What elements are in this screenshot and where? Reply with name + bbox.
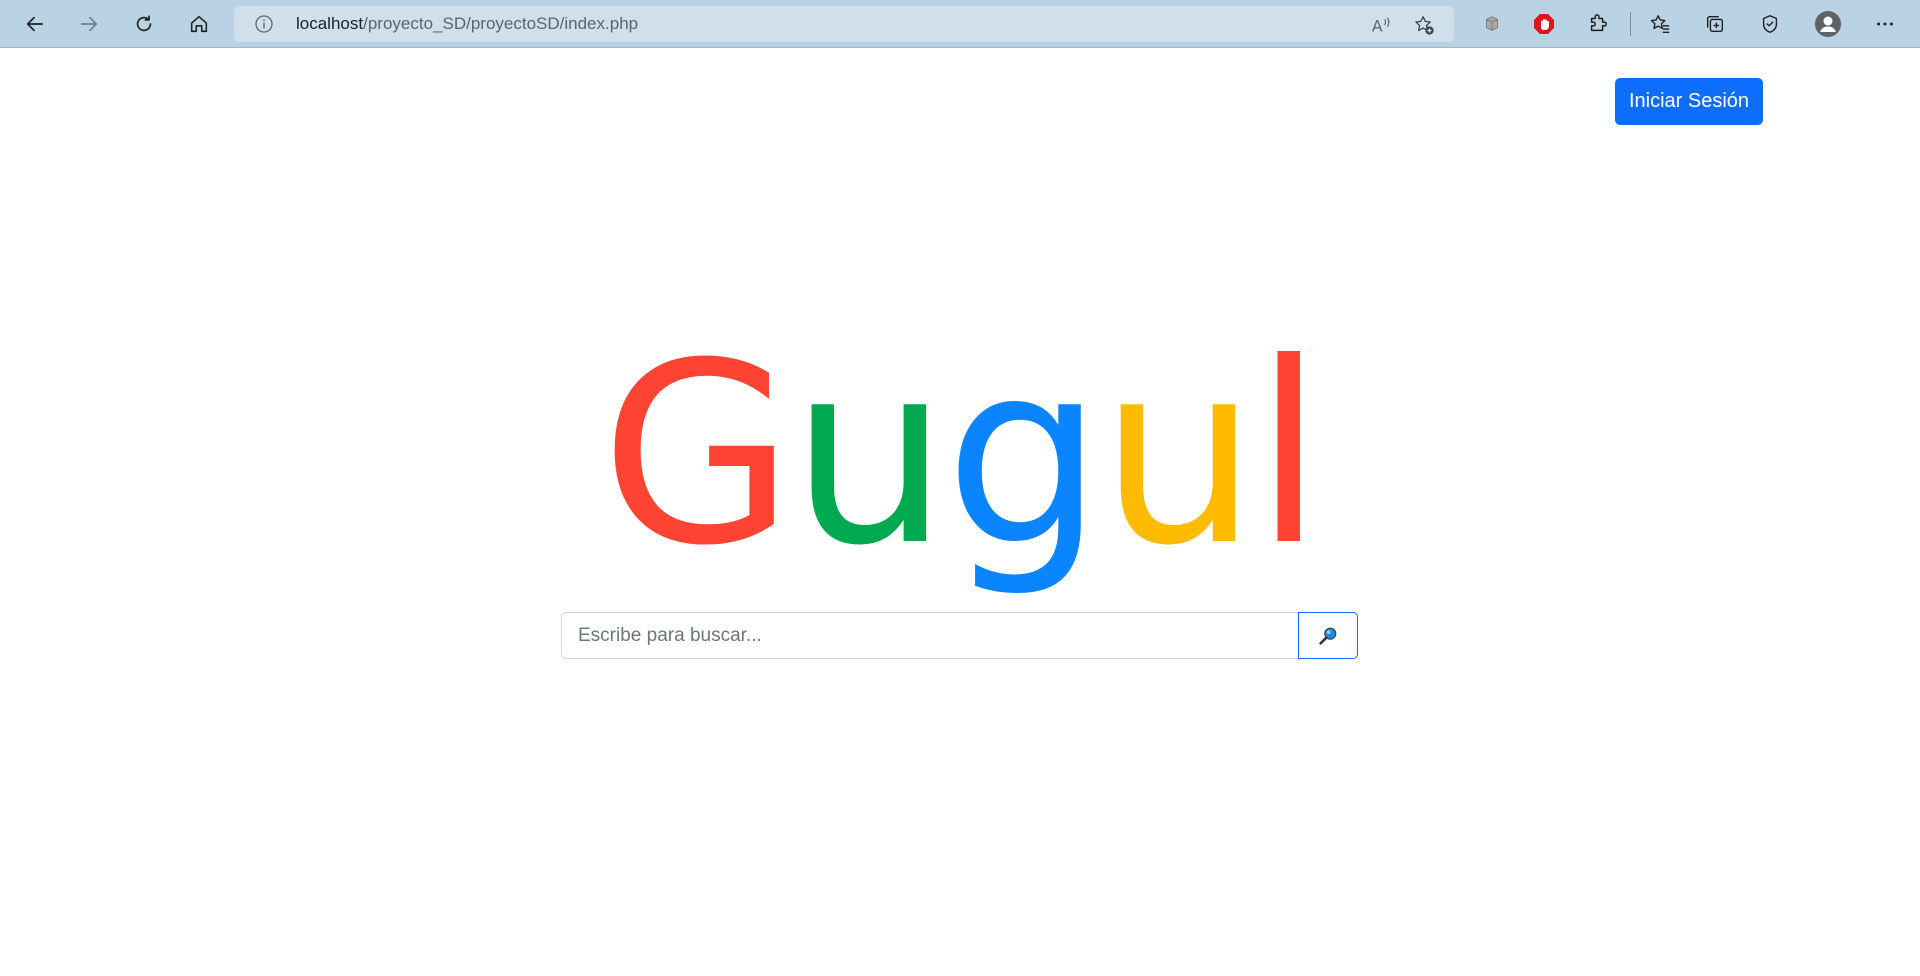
performance-icon [1762, 15, 1778, 33]
favorites-button[interactable] [1646, 10, 1674, 38]
collections-icon [1706, 15, 1724, 33]
forward-icon [80, 16, 98, 32]
extensions-icon [1590, 14, 1607, 32]
home-button[interactable] [181, 6, 217, 42]
back-button[interactable] [17, 6, 53, 42]
url-text[interactable]: localhost/proyecto_SD/proyectoSD/index.p… [296, 14, 638, 34]
browser-toolbar: localhost/proyecto_SD/proyectoSD/index.p… [0, 0, 1920, 48]
extension-cube-button[interactable] [1478, 10, 1506, 38]
read-aloud-icon[interactable]: A [1370, 14, 1392, 36]
address-bar[interactable]: localhost/proyecto_SD/proyectoSD/index.p… [234, 6, 1454, 42]
refresh-icon [136, 15, 152, 32]
gugul-logo: Gugul [0, 330, 1920, 580]
info-icon[interactable] [254, 14, 274, 34]
search-button[interactable] [1298, 612, 1358, 659]
logo-letter-g1: G [600, 309, 795, 600]
forward-button[interactable] [71, 6, 107, 42]
search-icon [1319, 627, 1337, 645]
performance-button[interactable] [1756, 10, 1784, 38]
logo-letter-u1: u [790, 309, 948, 600]
url-path: /proyecto_SD/proyectoSD/index.php [363, 14, 639, 33]
more-button[interactable] [1871, 10, 1899, 38]
add-favorite-icon[interactable] [1413, 14, 1435, 36]
favorites-icon [1650, 15, 1670, 33]
profile-button[interactable] [1814, 10, 1842, 38]
refresh-button[interactable] [126, 6, 162, 42]
home-icon [190, 15, 208, 33]
search-group [561, 612, 1358, 659]
collections-button[interactable] [1701, 10, 1729, 38]
logo-letter-l: l [1253, 309, 1323, 600]
back-icon [26, 16, 44, 32]
login-button[interactable]: Iniciar Sesión [1615, 78, 1763, 125]
logo-letter-g2: g [944, 309, 1104, 600]
more-icon [1877, 22, 1893, 26]
toolbar-divider [1630, 12, 1631, 36]
search-input[interactable] [561, 612, 1298, 659]
adblock-icon [1534, 14, 1554, 34]
extension-cube-icon [1486, 16, 1498, 31]
svg-text:A: A [1372, 17, 1383, 35]
adblock-button[interactable] [1530, 10, 1558, 38]
logo-letter-u2: u [1099, 309, 1257, 600]
extensions-button[interactable] [1584, 10, 1612, 38]
profile-icon [1815, 11, 1841, 37]
url-host: localhost [296, 14, 364, 33]
